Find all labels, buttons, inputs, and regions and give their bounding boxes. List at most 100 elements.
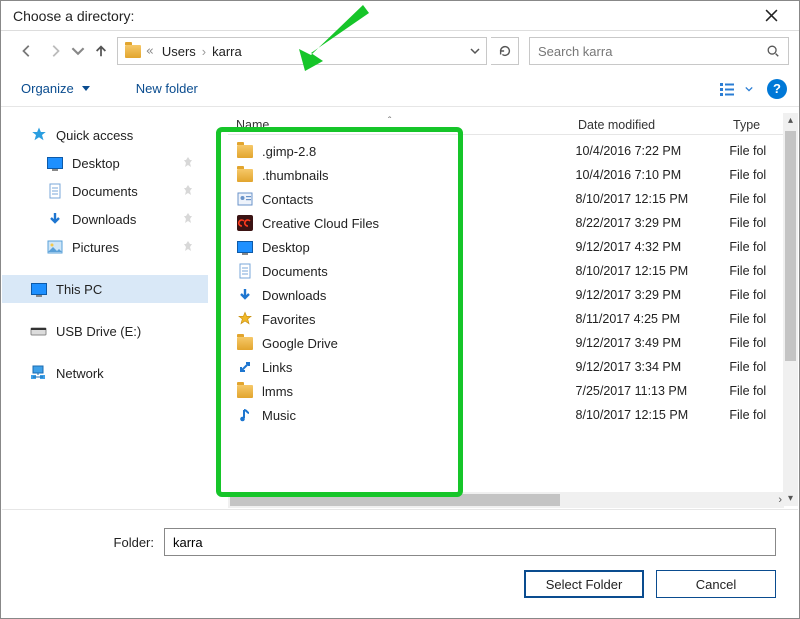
organize-button[interactable]: Organize — [13, 77, 98, 100]
sidebar-this-pc[interactable]: This PC — [2, 275, 208, 303]
table-row[interactable]: Documents 8/10/2017 12:15 PMFile fol — [228, 259, 784, 283]
refresh-button[interactable] — [491, 37, 519, 65]
row-name: Creative Cloud Files — [262, 216, 379, 231]
row-name: .thumbnails — [262, 168, 328, 183]
table-row[interactable]: Desktop9/12/2017 4:32 PMFile fol — [228, 235, 784, 259]
title-bar: Choose a directory: — [1, 1, 799, 31]
view-button[interactable] — [719, 81, 753, 97]
row-type: File fol — [729, 408, 784, 422]
arrow-up-icon — [94, 44, 108, 58]
column-date[interactable]: Date modified — [578, 118, 733, 132]
row-name: Contacts — [262, 192, 313, 207]
table-row[interactable]: .gimp-2.810/4/2016 7:22 PMFile fol — [228, 139, 784, 163]
sidebar: Quick access Desktop Documents Downloads Pi… — [2, 111, 208, 508]
row-name: Music — [262, 408, 296, 423]
this-pc-icon — [30, 280, 48, 298]
table-row[interactable]: Google Drive9/12/2017 3:49 PMFile fol — [228, 331, 784, 355]
row-name: Documents — [262, 264, 328, 279]
close-button[interactable] — [749, 2, 793, 30]
table-row[interactable]: Music8/10/2017 12:15 PMFile fol — [228, 403, 784, 427]
sidebar-item-documents[interactable]: Documents — [2, 177, 208, 205]
forward-button[interactable] — [43, 39, 67, 63]
row-name: Downloads — [262, 288, 326, 303]
help-button[interactable]: ? — [767, 79, 787, 99]
arrow-right-icon — [48, 44, 62, 58]
desktop-icon — [236, 238, 254, 256]
desktop-icon — [46, 154, 64, 172]
row-date: 8/10/2017 12:15 PM — [576, 192, 730, 206]
row-date: 10/4/2016 7:10 PM — [576, 168, 730, 182]
chevron-down-icon — [745, 85, 753, 93]
search-input[interactable]: Search karra — [529, 37, 789, 65]
chevron-down-icon — [71, 44, 85, 58]
row-name: lmms — [262, 384, 293, 399]
row-date: 8/22/2017 3:29 PM — [576, 216, 730, 230]
row-name: .gimp-2.8 — [262, 144, 316, 159]
network-icon — [30, 364, 48, 382]
vertical-scrollbar[interactable]: ▴ ▾ — [783, 113, 798, 506]
select-folder-button[interactable]: Select Folder — [524, 570, 644, 598]
row-type: File fol — [729, 192, 784, 206]
column-name[interactable]: Nameˆ — [228, 118, 578, 132]
view-options-icon — [719, 81, 741, 97]
back-button[interactable] — [15, 39, 39, 63]
pin-icon — [182, 212, 194, 227]
row-type: File fol — [729, 264, 784, 278]
row-type: File fol — [729, 240, 784, 254]
close-icon — [765, 9, 778, 22]
cc-icon — [236, 214, 254, 232]
scroll-thumb[interactable] — [785, 131, 796, 361]
usb-drive-icon — [30, 322, 48, 340]
sidebar-item-downloads[interactable]: Downloads — [2, 205, 208, 233]
row-date: 9/12/2017 3:49 PM — [576, 336, 730, 350]
sidebar-item-pictures[interactable]: Pictures — [2, 233, 208, 261]
link-icon — [236, 358, 254, 376]
sort-indicator-icon: ˆ — [388, 116, 391, 127]
search-placeholder: Search karra — [538, 44, 766, 59]
table-row[interactable]: .thumbnails10/4/2016 7:10 PMFile fol — [228, 163, 784, 187]
dialog-title: Choose a directory: — [13, 8, 749, 24]
star-icon — [236, 310, 254, 328]
bottom-panel: Folder: Select Folder Cancel — [2, 509, 798, 617]
breadcrumb[interactable]: « Users › karra — [117, 37, 487, 65]
table-row[interactable]: Contacts 8/10/2017 12:15 PMFile fol — [228, 187, 784, 211]
horizontal-scrollbar[interactable]: › — [228, 492, 784, 508]
cancel-button[interactable]: Cancel — [656, 570, 776, 598]
row-type: File fol — [729, 312, 784, 326]
file-list: Nameˆ Date modified Type .gimp-2.810/4/2… — [208, 111, 798, 508]
pin-icon — [182, 240, 194, 255]
sidebar-item-desktop[interactable]: Desktop — [2, 149, 208, 177]
table-row[interactable]: Favorites8/11/2017 4:25 PMFile fol — [228, 307, 784, 331]
nav-bar: « Users › karra Search karra — [1, 31, 799, 71]
scroll-down-icon[interactable]: ▾ — [783, 491, 798, 506]
history-dropdown[interactable] — [71, 39, 85, 63]
up-button[interactable] — [89, 39, 113, 63]
sidebar-item-label: Downloads — [72, 212, 136, 227]
folder-input[interactable] — [164, 528, 776, 556]
column-headers: Nameˆ Date modified Type — [228, 111, 798, 135]
sidebar-item-label: Documents — [72, 184, 138, 199]
music-icon — [236, 406, 254, 424]
sidebar-usb-drive[interactable]: USB Drive (E:) — [2, 317, 208, 345]
row-date: 8/10/2017 12:15 PM — [576, 264, 730, 278]
table-row[interactable]: Creative Cloud Files8/22/2017 3:29 PMFil… — [228, 211, 784, 235]
table-row[interactable]: lmms7/25/2017 11:13 PMFile fol — [228, 379, 784, 403]
sidebar-network[interactable]: Network — [2, 359, 208, 387]
breadcrumb-seg-1[interactable]: karra — [208, 44, 246, 59]
new-folder-button[interactable]: New folder — [128, 77, 206, 100]
scroll-up-icon[interactable]: ▴ — [783, 113, 798, 128]
sidebar-item-label: Desktop — [72, 156, 120, 171]
pictures-icon — [46, 238, 64, 256]
table-row[interactable]: Links9/12/2017 3:34 PMFile fol — [228, 355, 784, 379]
quick-access-icon — [30, 126, 48, 144]
column-type[interactable]: Type — [733, 118, 788, 132]
breadcrumb-seg-0[interactable]: Users — [158, 44, 200, 59]
row-type: File fol — [729, 336, 784, 350]
table-row[interactable]: Downloads9/12/2017 3:29 PMFile fol — [228, 283, 784, 307]
toolbar: Organize New folder ? — [1, 71, 799, 107]
sidebar-quick-access[interactable]: Quick access — [2, 121, 208, 149]
help-icon: ? — [773, 81, 781, 96]
folder-icon — [236, 142, 254, 160]
chevron-down-icon[interactable] — [470, 46, 480, 56]
arrow-left-icon — [20, 44, 34, 58]
